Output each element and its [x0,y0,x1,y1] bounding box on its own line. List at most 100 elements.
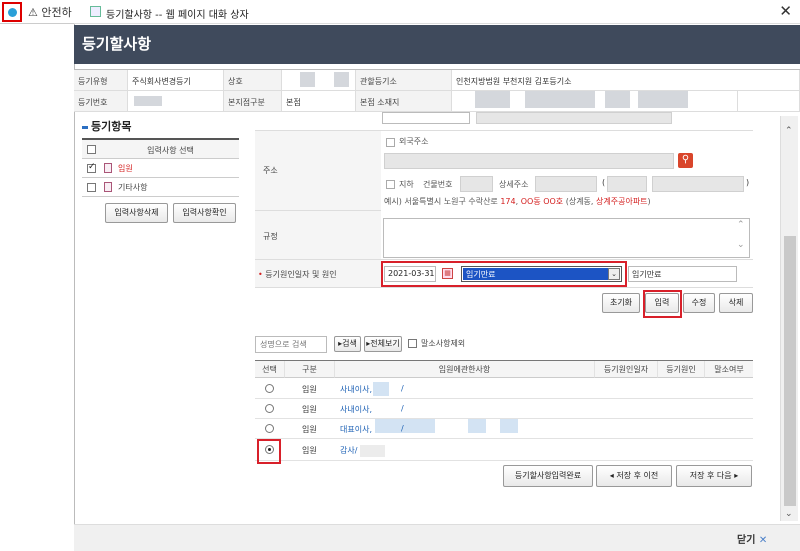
search-icon[interactable]: ⚲ [678,153,693,168]
type-value: 주식회사변경등기 [128,70,224,91]
row-slash: / [401,404,404,413]
cell-divider [737,91,738,111]
col-header-kind: 구분 [285,361,335,378]
table-row[interactable]: 임원 사내이사, / [255,379,753,399]
close-icon[interactable]: ✕ [779,2,792,20]
warning-text: 안전하 [41,6,72,19]
partial-select[interactable] [382,112,470,124]
highlight-box [257,439,281,464]
confirm-entry-button[interactable]: 입력사항확인 [173,203,236,223]
row-desc[interactable]: 대표이사, [340,424,372,435]
dialog-page-icon [90,6,101,17]
redacted-block [373,382,389,396]
building-no-input[interactable] [460,176,493,192]
paren-close: ) [746,178,750,187]
address-label-cell: 주소 [255,131,381,211]
col-header-date: 등기원인일자 [595,361,658,378]
item-checkbox-officer[interactable] [87,162,96,173]
redacted-block [525,91,595,108]
col-header-cancelled: 말소여부 [705,361,753,378]
row-kind: 임원 [302,425,317,434]
delete-button[interactable]: 삭제 [719,293,753,313]
reason-text-input[interactable]: 임기만료 [628,266,737,282]
section-marker-icon [82,125,88,129]
redacted-block [300,72,315,87]
detail-address-input[interactable] [535,176,597,192]
save-prev-button[interactable]: ◂ 저장 후 이전 [596,465,672,487]
delete-entry-button[interactable]: 입력사항삭제 [105,203,168,223]
basement-checkbox[interactable] [386,180,395,189]
row-slash: / [401,424,404,433]
scrollbar-thumb[interactable] [784,236,796,506]
address-label: 주소 [263,166,278,175]
col-header-desc: 임원에관한사항 [335,361,595,378]
edit-button[interactable]: 수정 [683,293,715,313]
next-arrow-icon: ▸ [734,471,739,480]
redacted-block [334,72,349,87]
list-item[interactable]: 임원 [82,159,239,178]
redacted-block [475,91,510,108]
table-row[interactable]: 임원 대표이사, / [255,419,753,439]
paren-open: ( [602,178,606,187]
name-label: 상호 [224,70,282,91]
prev-arrow-icon: ◂ [609,471,614,480]
highlight-box [381,261,627,287]
address-input[interactable] [384,153,674,169]
row-radio[interactable] [265,384,274,393]
rule-label: 규정 [263,232,278,241]
court-value: 인천지방법원 부천지원 김포등기소 [452,70,800,91]
reset-button[interactable]: 초기화 [602,293,640,313]
redacted-block [605,91,630,108]
scroll-up-icon[interactable]: ⌃ [785,126,793,136]
item-label-other[interactable]: 기타사항 [118,182,147,193]
redacted-block [375,419,435,433]
row-kind: 임원 [302,405,317,414]
col-header-select: 선택 [255,361,285,378]
partial-input[interactable] [476,112,672,124]
table-row[interactable]: 임원 사내이사, / [255,399,753,419]
row-kind: 임원 [302,446,317,455]
dialog-title: 등기할사항 -- 웹 페이지 대화 상자 [106,10,249,21]
building-name-input[interactable] [652,176,744,192]
row-desc[interactable]: 사내이사, [340,384,372,395]
page-title: 등기할사항 [82,35,152,53]
court-label: 관할등기소 [356,70,452,91]
textarea-scroll-up-icon[interactable]: ⌃ [737,220,745,230]
security-warning[interactable]: ⚠ 안전하 [28,4,78,20]
item-checkbox-other[interactable] [87,183,96,192]
branch-value: 본점 [282,91,356,112]
search-button[interactable]: ▸검색 [334,336,361,352]
close-x-icon: ✕ [758,535,768,546]
save-next-button[interactable]: 저장 후 다음 ▸ [676,465,752,487]
section-title: 등기항목 [82,118,131,134]
row-radio[interactable] [265,404,274,413]
list-item[interactable]: 기타사항 [82,178,239,197]
dong-input[interactable] [607,176,647,192]
table-row[interactable]: 임원 감사/ [255,439,753,461]
foreign-address-checkbox[interactable] [386,138,395,147]
row-desc[interactable]: 사내이사, [340,404,372,415]
document-icon [104,163,112,173]
browser-background [0,24,74,551]
col-header-reason: 등기원인 [658,361,705,378]
complete-input-button[interactable]: 등기할사항입력완료 [503,465,593,487]
rule-textarea[interactable] [383,218,750,258]
view-all-button[interactable]: ▸전체보기 [364,336,402,352]
rule-label-cell: 규정 [255,211,381,260]
exclude-cancelled-checkbox[interactable] [408,339,417,348]
highlight-box [643,290,682,318]
regno-label: 등기번호 [74,91,128,112]
search-input[interactable] [255,336,327,353]
browser-favicon-icon[interactable] [2,2,22,22]
textarea-scroll-down-icon[interactable]: ⌄ [737,240,745,250]
dialog-footer [74,524,800,551]
item-table-header: 입력사항 선택 [82,140,239,159]
basement-label: 지하 [399,180,414,189]
scroll-down-icon[interactable]: ⌄ [785,509,793,519]
dialog-scrollbar[interactable]: ⌃ ⌄ [780,116,798,521]
row-radio[interactable] [265,424,274,433]
item-label-officer[interactable]: 임원 [118,163,133,174]
row-desc[interactable]: 감사/ [340,445,357,456]
close-button[interactable]: 닫기 ✕ [737,531,767,546]
warning-icon: ⚠ [28,6,38,19]
